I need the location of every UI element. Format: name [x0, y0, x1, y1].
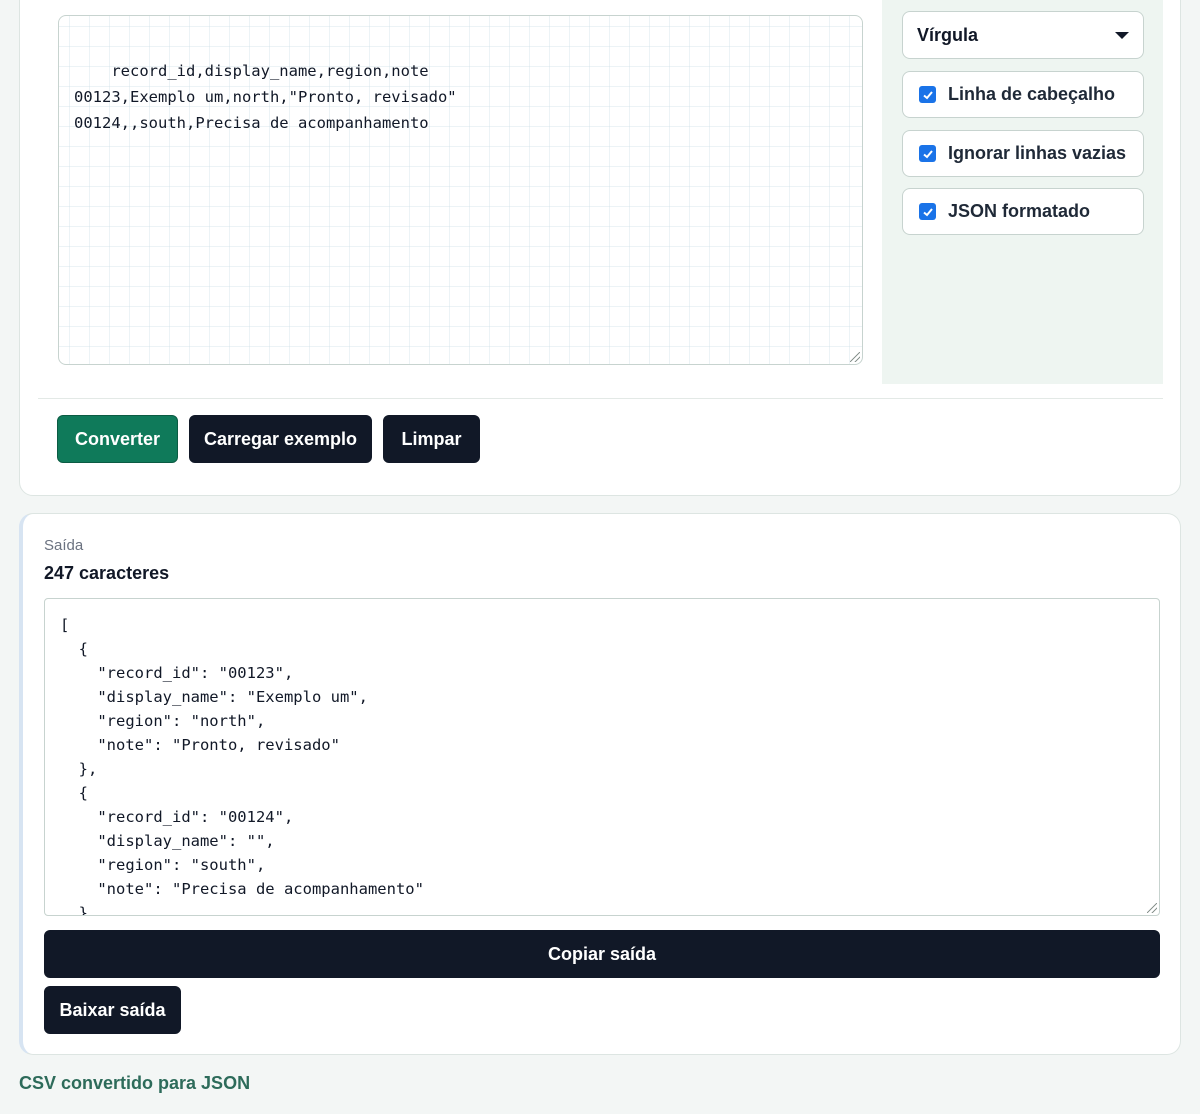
checkbox-skip-empty-lines[interactable]	[919, 145, 936, 162]
convert-button[interactable]: Converter	[57, 415, 178, 463]
clear-button[interactable]: Limpar	[383, 415, 480, 463]
options-panel: Vírgula Linha de cabeçalho Ignorar linha…	[882, 0, 1163, 384]
option-label: JSON formatado	[948, 201, 1091, 221]
copy-output-button[interactable]: Copiar saída	[44, 930, 1160, 978]
checkmark-icon	[922, 90, 933, 99]
json-output[interactable]: [ { "record_id": "00123", "display_name"…	[44, 598, 1160, 916]
divider	[38, 398, 1163, 399]
checkbox-pretty-json[interactable]	[919, 203, 936, 220]
delimiter-select-value: Vírgula	[917, 24, 979, 45]
csv-input-text: record_id,display_name,region,note 00123…	[74, 62, 457, 132]
output-card: Saída 247 caracteres [ { "record_id": "0…	[19, 513, 1181, 1055]
converter-card: record_id,display_name,region,note 00123…	[19, 0, 1181, 496]
checkbox-header-row[interactable]	[919, 86, 936, 103]
option-header-row[interactable]: Linha de cabeçalho	[902, 71, 1144, 118]
checkmark-icon	[922, 149, 933, 158]
json-output-text: [ { "record_id": "00123", "display_name"…	[60, 616, 424, 916]
delimiter-select[interactable]: Vírgula	[902, 11, 1144, 59]
resize-grip-icon[interactable]	[850, 352, 860, 362]
output-char-count: 247 caracteres	[44, 563, 170, 583]
checkmark-icon	[922, 207, 933, 216]
status-message: CSV convertido para JSON	[19, 1073, 251, 1093]
option-skip-empty-lines[interactable]: Ignorar linhas vazias	[902, 130, 1144, 177]
download-output-button[interactable]: Baixar saída	[44, 986, 181, 1034]
option-label: Ignorar linhas vazias	[948, 143, 1127, 163]
resize-grip-icon[interactable]	[1147, 903, 1157, 913]
output-label: Saída	[44, 537, 84, 554]
option-pretty-json[interactable]: JSON formatado	[902, 188, 1144, 235]
caret-down-icon	[1115, 31, 1129, 39]
load-example-button[interactable]: Carregar exemplo	[189, 415, 372, 463]
csv-input[interactable]: record_id,display_name,region,note 00123…	[58, 15, 863, 365]
option-label: Linha de cabeçalho	[948, 84, 1116, 104]
